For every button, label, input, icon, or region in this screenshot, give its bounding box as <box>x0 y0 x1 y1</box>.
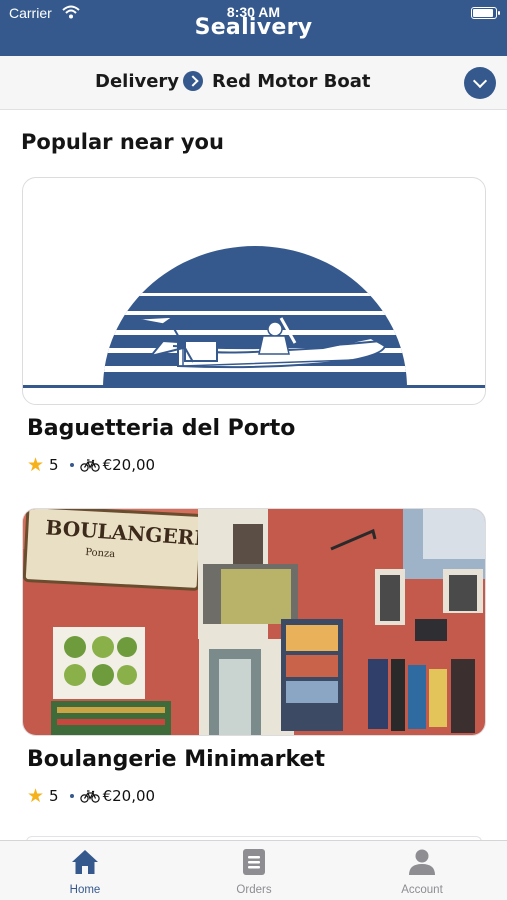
star-icon: ★ <box>27 453 45 476</box>
shop-sign-subtext: Ponza <box>85 547 116 560</box>
delivery-fee: €20,00 <box>102 787 156 805</box>
selected-boat-label: Red Motor Boat <box>212 71 371 92</box>
restaurant-name[interactable]: Boulangerie Minimarket <box>27 747 325 772</box>
delivery-fee: €20,00 <box>102 456 156 474</box>
tab-account-label: Account <box>401 884 443 896</box>
tab-home-label: Home <box>69 884 101 896</box>
restaurant-card-image[interactable] <box>22 177 486 405</box>
tab-home[interactable]: Home <box>35 841 135 900</box>
tab-bar: Home Orders Account <box>0 840 507 900</box>
tab-orders-label: Orders <box>236 884 272 896</box>
restaurant-card-image[interactable]: BOULANGERIE Ponza <box>22 508 486 736</box>
orders-icon <box>243 849 265 875</box>
restaurant-meta: ★ 5 €20,00 <box>27 454 155 476</box>
chevron-right-icon <box>183 71 203 91</box>
restaurant-name[interactable]: Baguetteria del Porto <box>27 416 295 441</box>
tab-orders[interactable]: Orders <box>204 841 304 900</box>
delivery-mode-label: Delivery <box>95 71 180 92</box>
separator-dot <box>69 794 74 798</box>
section-title: Popular near you <box>21 130 224 154</box>
app-header: Carrier 8:30 AM Sealivery <box>0 0 507 56</box>
restaurant-meta: ★ 5 €20,00 <box>27 785 155 807</box>
boulangerie-storefront-photo: BOULANGERIE Ponza <box>23 509 485 735</box>
bicycle-icon <box>79 459 100 472</box>
rating-value: 5 <box>49 456 59 474</box>
star-icon: ★ <box>27 784 45 807</box>
rating-value: 5 <box>49 787 59 805</box>
separator-dot <box>69 463 74 467</box>
tab-account[interactable]: Account <box>372 841 472 900</box>
bicycle-icon <box>79 790 100 803</box>
sealivery-boat-logo <box>23 246 485 388</box>
chevron-down-icon[interactable] <box>464 67 496 99</box>
delivery-selector-bar[interactable]: Delivery Red Motor Boat <box>0 56 507 110</box>
account-icon <box>409 849 435 875</box>
app-root: Carrier 8:30 AM Sealivery Delivery Red M… <box>0 0 507 900</box>
app-title: Sealivery <box>194 15 313 40</box>
home-icon <box>72 850 98 874</box>
